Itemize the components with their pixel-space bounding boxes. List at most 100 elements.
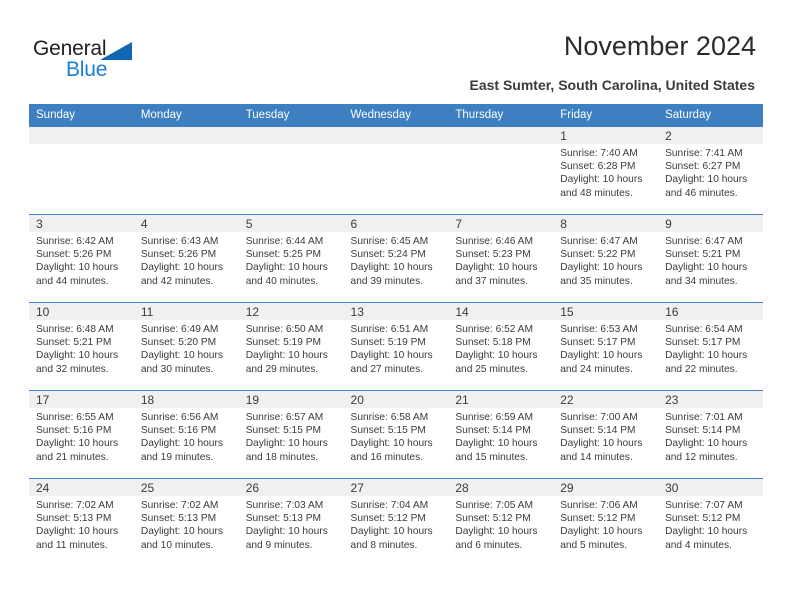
day-sun-info: Sunrise: 7:07 AM Sunset: 5:12 PM Daylight:… <box>658 496 763 552</box>
sunset-time: Sunset: 5:12 PM <box>350 513 426 525</box>
calendar-day-cell[interactable]: 10 Sunrise: 6:48 AM Sunset: 5:21 PM Dayligh… <box>29 302 134 391</box>
sunrise-time: Sunrise: 7:00 AM <box>560 412 638 423</box>
day-number: 24 <box>29 479 134 496</box>
calendar-week-row: 10 Sunrise: 6:48 AM Sunset: 5:21 PM Dayligh… <box>29 302 763 391</box>
daylight-duration-line2: and 6 minutes. <box>455 539 523 551</box>
calendar-page: General Blue November 2024 East Sumter, … <box>0 0 792 612</box>
sunrise-time: Sunrise: 6:58 AM <box>350 412 429 423</box>
sunrise-time: Sunrise: 6:52 AM <box>455 324 533 335</box>
sunset-time: Sunset: 5:21 PM <box>36 337 112 349</box>
daylight-duration-line2: and 42 minutes. <box>140 275 214 287</box>
sunset-time: Sunset: 6:27 PM <box>665 161 741 173</box>
day-sun-info: Sunrise: 6:48 AM Sunset: 5:21 PM Daylight:… <box>29 320 134 376</box>
calendar-day-cell[interactable]: 11 Sunrise: 6:49 AM Sunset: 5:20 PM Dayligh… <box>133 302 239 391</box>
weekday-header-tuesday: Tuesday <box>238 104 344 127</box>
day-number: 19 <box>238 391 344 408</box>
calendar-day-cell[interactable]: 4 Sunrise: 6:43 AM Sunset: 5:26 PM Daylight… <box>133 214 239 303</box>
day-number: 20 <box>343 391 449 408</box>
calendar-day-cell[interactable]: 1 Sunrise: 7:40 AM Sunset: 6:28 PM Daylight… <box>553 126 659 215</box>
day-number: 22 <box>553 391 659 408</box>
calendar-day-cell[interactable]: 15 Sunrise: 6:53 AM Sunset: 5:17 PM Dayligh… <box>553 302 659 391</box>
sunrise-time: Sunrise: 6:54 AM <box>665 324 743 335</box>
calendar-day-cell[interactable]: 21 Sunrise: 6:59 AM Sunset: 5:14 PM Dayligh… <box>448 390 554 479</box>
day-sun-info: Sunrise: 6:44 AM Sunset: 5:25 PM Daylight:… <box>239 232 344 288</box>
calendar-day-cell[interactable]: 20 Sunrise: 6:58 AM Sunset: 5:15 PM Dayligh… <box>343 390 449 479</box>
day-number: 6 <box>343 215 449 232</box>
daylight-duration-line1: Daylight: 10 hours <box>245 350 328 362</box>
calendar-day-cell[interactable]: 13 Sunrise: 6:51 AM Sunset: 5:19 PM Dayligh… <box>343 302 449 391</box>
day-number: 27 <box>343 479 449 496</box>
calendar-week-row: 3 Sunrise: 6:42 AM Sunset: 5:26 PM Daylight… <box>29 214 763 303</box>
calendar-day-cell[interactable]: 29 Sunrise: 7:06 AM Sunset: 5:12 PM Dayligh… <box>553 478 659 567</box>
daylight-duration-line1: Daylight: 10 hours <box>455 438 538 450</box>
calendar-day-cell[interactable]: 3 Sunrise: 6:42 AM Sunset: 5:26 PM Daylight… <box>29 214 134 303</box>
daylight-duration-line2: and 48 minutes. <box>560 187 633 199</box>
calendar-week-row: 17 Sunrise: 6:55 AM Sunset: 5:16 PM Dayligh… <box>29 390 763 479</box>
calendar-week-row: 1 Sunrise: 7:40 AM Sunset: 6:28 PM Daylight… <box>29 126 763 215</box>
calendar-day-cell[interactable]: 14 Sunrise: 6:52 AM Sunset: 5:18 PM Dayligh… <box>448 302 554 391</box>
calendar-day-cell[interactable]: 2 Sunrise: 7:41 AM Sunset: 6:27 PM Daylight… <box>658 126 763 215</box>
calendar-day-cell[interactable]: 25 Sunrise: 7:02 AM Sunset: 5:13 PM Dayligh… <box>133 478 239 567</box>
calendar-day-cell[interactable]: 8 Sunrise: 6:47 AM Sunset: 5:22 PM Daylight… <box>553 214 659 303</box>
calendar-week-row: 24 Sunrise: 7:02 AM Sunset: 5:13 PM Dayligh… <box>29 478 763 567</box>
calendar-day-cell-empty <box>238 126 344 215</box>
daylight-duration-line2: and 14 minutes. <box>560 451 633 463</box>
sunset-time: Sunset: 5:12 PM <box>455 513 531 525</box>
sunrise-time: Sunrise: 6:42 AM <box>36 236 114 247</box>
sunset-time: Sunset: 5:24 PM <box>350 249 426 261</box>
daylight-duration-line2: and 4 minutes. <box>665 539 732 551</box>
calendar-day-cell[interactable]: 23 Sunrise: 7:01 AM Sunset: 5:14 PM Dayligh… <box>658 390 763 479</box>
calendar-day-cell[interactable]: 6 Sunrise: 6:45 AM Sunset: 5:24 PM Daylight… <box>343 214 449 303</box>
sunrise-time: Sunrise: 6:48 AM <box>36 324 114 335</box>
sunrise-time: Sunrise: 7:02 AM <box>140 500 219 511</box>
calendar-day-cell[interactable]: 26 Sunrise: 7:03 AM Sunset: 5:13 PM Dayligh… <box>238 478 344 567</box>
day-number <box>238 127 344 144</box>
calendar-day-cell[interactable]: 17 Sunrise: 6:55 AM Sunset: 5:16 PM Dayligh… <box>29 390 134 479</box>
day-number: 10 <box>29 303 134 320</box>
daylight-duration-line1: Daylight: 10 hours <box>36 262 119 274</box>
day-sun-info: Sunrise: 6:49 AM Sunset: 5:20 PM Daylight:… <box>134 320 239 376</box>
sunset-time: Sunset: 5:13 PM <box>140 513 217 525</box>
calendar-day-cell[interactable]: 30 Sunrise: 7:07 AM Sunset: 5:12 PM Dayligh… <box>658 478 763 567</box>
sunrise-time: Sunrise: 7:41 AM <box>665 148 743 159</box>
daylight-duration-line1: Daylight: 10 hours <box>665 438 748 450</box>
daylight-duration-line1: Daylight: 10 hours <box>350 526 433 538</box>
day-sun-info: Sunrise: 6:50 AM Sunset: 5:19 PM Daylight:… <box>239 320 344 376</box>
calendar-day-cell[interactable]: 24 Sunrise: 7:02 AM Sunset: 5:13 PM Dayligh… <box>29 478 134 567</box>
sunrise-time: Sunrise: 7:03 AM <box>245 500 324 511</box>
calendar-day-cell[interactable]: 19 Sunrise: 6:57 AM Sunset: 5:15 PM Dayligh… <box>238 390 344 479</box>
sunset-time: Sunset: 5:15 PM <box>245 425 322 437</box>
day-number: 15 <box>553 303 659 320</box>
calendar-day-cell[interactable]: 28 Sunrise: 7:05 AM Sunset: 5:12 PM Dayligh… <box>448 478 554 567</box>
calendar-day-cell[interactable]: 27 Sunrise: 7:04 AM Sunset: 5:12 PM Dayligh… <box>343 478 449 567</box>
sunrise-time: Sunrise: 7:40 AM <box>560 148 638 159</box>
daylight-duration-line1: Daylight: 10 hours <box>455 350 538 362</box>
general-blue-logo[interactable]: General Blue <box>33 37 163 83</box>
daylight-duration-line2: and 19 minutes. <box>140 451 214 463</box>
sunrise-time: Sunrise: 6:53 AM <box>560 324 638 335</box>
daylight-duration-line2: and 5 minutes. <box>560 539 628 551</box>
calendar-day-cell-empty <box>29 126 134 215</box>
calendar-day-cell[interactable]: 18 Sunrise: 6:56 AM Sunset: 5:16 PM Dayligh… <box>133 390 239 479</box>
calendar-day-cell[interactable]: 7 Sunrise: 6:46 AM Sunset: 5:23 PM Daylight… <box>448 214 554 303</box>
day-number: 11 <box>133 303 239 320</box>
calendar-weekday-header: Sunday Monday Tuesday Wednesday Thursday… <box>29 104 763 127</box>
daylight-duration-line1: Daylight: 10 hours <box>140 438 223 450</box>
calendar-day-cell[interactable]: 22 Sunrise: 7:00 AM Sunset: 5:14 PM Dayligh… <box>553 390 659 479</box>
calendar-day-cell[interactable]: 12 Sunrise: 6:50 AM Sunset: 5:19 PM Dayligh… <box>238 302 344 391</box>
sunrise-time: Sunrise: 6:44 AM <box>245 236 324 247</box>
daylight-duration-line2: and 25 minutes. <box>455 363 528 375</box>
sunrise-time: Sunrise: 6:47 AM <box>560 236 638 247</box>
day-sun-info: Sunrise: 6:43 AM Sunset: 5:26 PM Daylight:… <box>134 232 239 288</box>
sunrise-sunset-calendar-table: Sunday Monday Tuesday Wednesday Thursday… <box>29 104 763 567</box>
day-sun-info: Sunrise: 6:55 AM Sunset: 5:16 PM Daylight:… <box>29 408 134 464</box>
daylight-duration-line2: and 10 minutes. <box>140 539 214 551</box>
sunset-time: Sunset: 5:21 PM <box>665 249 741 261</box>
sunrise-time: Sunrise: 6:43 AM <box>140 236 219 247</box>
calendar-day-cell[interactable]: 9 Sunrise: 6:47 AM Sunset: 5:21 PM Daylight… <box>658 214 763 303</box>
calendar-day-cell[interactable]: 16 Sunrise: 6:54 AM Sunset: 5:17 PM Dayligh… <box>658 302 763 391</box>
sunrise-time: Sunrise: 6:46 AM <box>455 236 533 247</box>
daylight-duration-line1: Daylight: 10 hours <box>665 262 748 274</box>
daylight-duration-line2: and 16 minutes. <box>350 451 424 463</box>
calendar-day-cell[interactable]: 5 Sunrise: 6:44 AM Sunset: 5:25 PM Daylight… <box>238 214 344 303</box>
